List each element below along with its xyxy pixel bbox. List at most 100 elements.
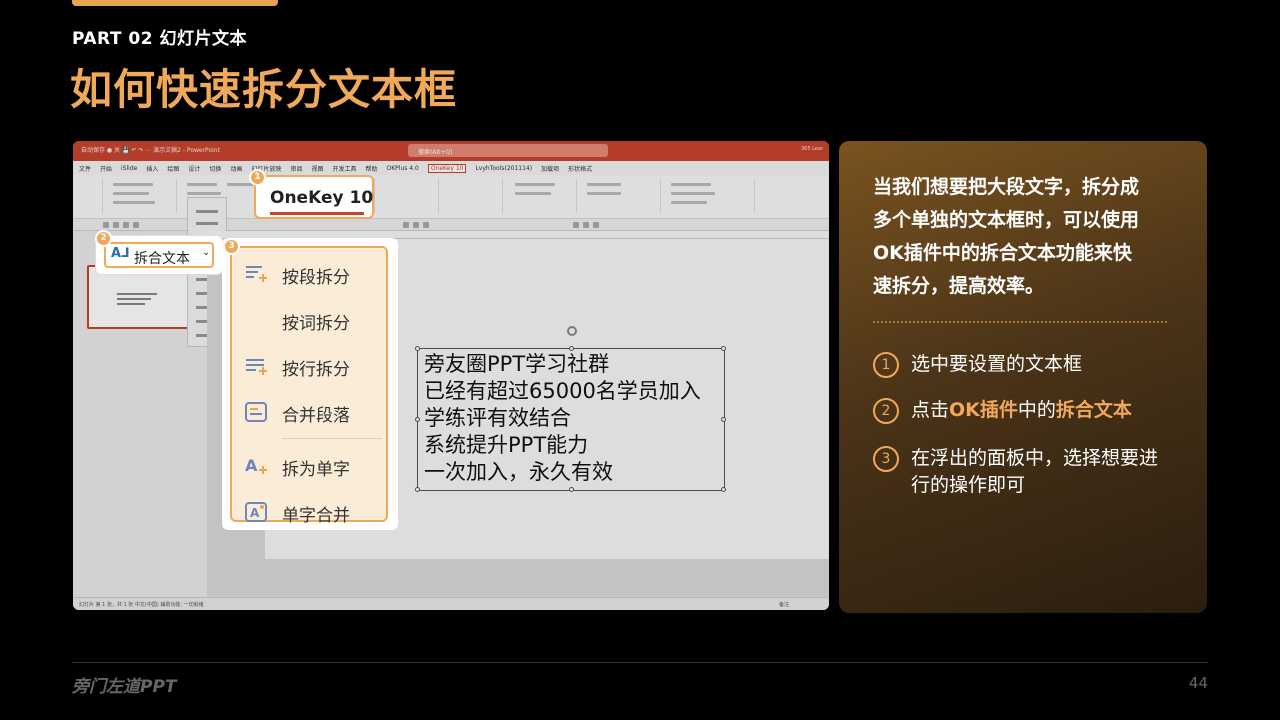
option-label: 按词拆分 bbox=[282, 314, 350, 334]
toolbar-icon[interactable] bbox=[413, 222, 419, 228]
footer-logo: 旁门左道PPT bbox=[72, 677, 177, 697]
dropdown-item[interactable] bbox=[196, 222, 218, 225]
step-number: 1 bbox=[873, 352, 899, 378]
toolbar-icon[interactable] bbox=[583, 222, 589, 228]
resize-handle[interactable] bbox=[721, 487, 726, 492]
resize-handle[interactable] bbox=[721, 417, 726, 422]
titlebar-right-text: 365 Lear bbox=[800, 146, 823, 152]
toolbar-icon[interactable] bbox=[423, 222, 429, 228]
tab-okplus[interactable]: OKPlus 4.0 bbox=[387, 165, 419, 172]
option-split-by-word[interactable]: 按词拆分 bbox=[232, 298, 386, 342]
step-number: 2 bbox=[873, 398, 899, 424]
ribbon-control[interactable] bbox=[671, 183, 711, 186]
option-label: 拆为单字 bbox=[282, 460, 350, 480]
split-merge-text-callout[interactable]: A⅃ 拆合文本 ⌄ bbox=[96, 236, 222, 274]
tab-underline bbox=[270, 212, 364, 215]
info-card: 当我们想要把大段文字，拆分成 多个单独的文本框时，可以使用 OK插件中的拆合文本… bbox=[839, 141, 1207, 613]
intro-line: OK插件中的拆合文本功能来快 bbox=[873, 242, 1132, 264]
option-label: 按行拆分 bbox=[282, 360, 350, 380]
tab-shape-format[interactable]: 形状格式 bbox=[568, 164, 592, 173]
ribbon-control[interactable] bbox=[113, 201, 155, 204]
step-text: 行的操作即可 bbox=[911, 474, 1026, 496]
tab-transitions[interactable]: 切换 bbox=[209, 164, 221, 173]
tab-islide[interactable]: iSlide bbox=[121, 165, 137, 172]
step-badge-2: 2 bbox=[95, 230, 112, 247]
tab-draw[interactable]: 绘图 bbox=[167, 164, 179, 173]
ribbon-group bbox=[77, 179, 103, 213]
ribbon-control[interactable] bbox=[187, 192, 221, 195]
split-merge-text-label: 拆合文本 bbox=[134, 251, 190, 267]
ribbon-group bbox=[443, 179, 503, 213]
toolbar-icon[interactable] bbox=[593, 222, 599, 228]
text-line: 一次加入，永久有效 bbox=[424, 460, 613, 484]
panel-divider bbox=[282, 438, 382, 439]
toolbar-icon[interactable] bbox=[103, 222, 109, 228]
text-line: 学练评有效结合 bbox=[424, 406, 571, 430]
tab-addins[interactable]: 加载项 bbox=[541, 164, 559, 173]
option-merge-paragraphs[interactable]: 合并段落 bbox=[232, 390, 386, 434]
split-word-icon bbox=[244, 309, 268, 331]
app-titlebar: 自动保存 ● 关 💾 ↶ ↷ ⋯ 演示文稿2 - PowerPoint 搜索(A… bbox=[73, 141, 829, 161]
tab-file[interactable]: 文件 bbox=[79, 164, 91, 173]
resize-handle[interactable] bbox=[415, 487, 420, 492]
resize-handle[interactable] bbox=[569, 487, 574, 492]
toolbar-icon[interactable] bbox=[403, 222, 409, 228]
resize-handle[interactable] bbox=[415, 417, 420, 422]
notes-button[interactable]: 备注 bbox=[779, 601, 789, 608]
ribbon-control[interactable] bbox=[515, 183, 555, 186]
ribbon-control[interactable] bbox=[113, 183, 153, 186]
option-split-by-line[interactable]: 按行拆分 bbox=[232, 344, 386, 388]
ribbon-control[interactable] bbox=[587, 183, 621, 186]
ribbon-control[interactable] bbox=[515, 192, 551, 195]
toolbar-icon[interactable] bbox=[113, 222, 119, 228]
tab-help[interactable]: 帮助 bbox=[365, 164, 377, 173]
tab-design[interactable]: 设计 bbox=[188, 164, 200, 173]
resize-handle[interactable] bbox=[415, 346, 420, 351]
slide-thumbnail[interactable] bbox=[87, 265, 199, 329]
ribbon-group bbox=[379, 179, 439, 213]
option-label: 按段拆分 bbox=[282, 268, 350, 288]
step-badge-3: 3 bbox=[223, 238, 240, 255]
slide-title: 如何快速拆分文本框 bbox=[70, 65, 458, 114]
status-bar: 幻灯片 第 1 张，共 1 张 中文(中国) 辅助功能: 一切就绪 备注 bbox=[73, 597, 829, 610]
toolbar-icon[interactable] bbox=[573, 222, 579, 228]
selected-text-box[interactable]: 旁友圈PPT学习社群 已经有超过65000名学员加入 学练评有效结合 系统提升P… bbox=[415, 346, 726, 492]
step-text-part: 点击 bbox=[911, 399, 950, 421]
resize-handle[interactable] bbox=[721, 346, 726, 351]
tab-onekey[interactable]: OneKey 10 bbox=[427, 163, 467, 173]
thumbnail-text bbox=[117, 298, 151, 300]
step-text-part: 中的 bbox=[1017, 399, 1056, 421]
option-merge-chars[interactable]: A 单字合并 bbox=[232, 490, 386, 534]
dotted-divider bbox=[873, 321, 1167, 323]
ribbon-control[interactable] bbox=[671, 201, 707, 204]
ribbon-control[interactable] bbox=[113, 192, 149, 195]
ribbon-control[interactable] bbox=[587, 192, 621, 195]
tab-lvyhtools[interactable]: LvyhTools(201114) bbox=[475, 165, 532, 172]
tab-developer[interactable]: 开发工具 bbox=[332, 164, 356, 173]
tab-review[interactable]: 审阅 bbox=[290, 164, 302, 173]
step-text: 点击OK插件中的拆合文本 bbox=[911, 397, 1132, 424]
tab-insert[interactable]: 插入 bbox=[146, 164, 158, 173]
ribbon-control[interactable] bbox=[187, 183, 217, 186]
tab-animations[interactable]: 动画 bbox=[230, 164, 242, 173]
dropdown-item[interactable] bbox=[196, 210, 218, 213]
option-split-by-paragraph[interactable]: 按段拆分 bbox=[232, 252, 386, 296]
text-line: 旁友圈PPT学习社群 bbox=[424, 352, 610, 376]
tab-home[interactable]: 开始 bbox=[100, 164, 112, 173]
ribbon-tabs: 文件 开始 iSlide 插入 绘图 设计 切换 动画 幻灯片放映 审阅 视图 … bbox=[73, 161, 829, 175]
intro-line: 当我们想要把大段文字，拆分成 bbox=[873, 176, 1140, 198]
part-label: PART 02 幻灯片文本 bbox=[72, 29, 247, 49]
onekey-tab-callout[interactable]: OneKey 10 bbox=[254, 175, 374, 219]
option-split-to-chars[interactable]: A 拆为单字 bbox=[232, 444, 386, 488]
rotate-handle-icon[interactable] bbox=[567, 326, 577, 336]
step-text: 选中要设置的文本框 bbox=[911, 353, 1083, 375]
toolbar-icon[interactable] bbox=[133, 222, 139, 228]
tab-view[interactable]: 视图 bbox=[311, 164, 323, 173]
search-input[interactable]: 搜索(Alt+Q) bbox=[408, 144, 608, 157]
split-merge-text-button[interactable]: A⅃ 拆合文本 ⌄ bbox=[104, 242, 214, 268]
toolbar-icon[interactable] bbox=[123, 222, 129, 228]
titlebar-left-text: 自动保存 ● 关 💾 ↶ ↷ ⋯ 演示文稿2 - PowerPoint bbox=[81, 147, 220, 154]
split-options-panel: 按段拆分 按词拆分 按行拆分 合并段落 A 拆为单字 A 单字合并 bbox=[222, 238, 398, 530]
thumbnail-text bbox=[117, 293, 157, 295]
ribbon-control[interactable] bbox=[671, 192, 715, 195]
